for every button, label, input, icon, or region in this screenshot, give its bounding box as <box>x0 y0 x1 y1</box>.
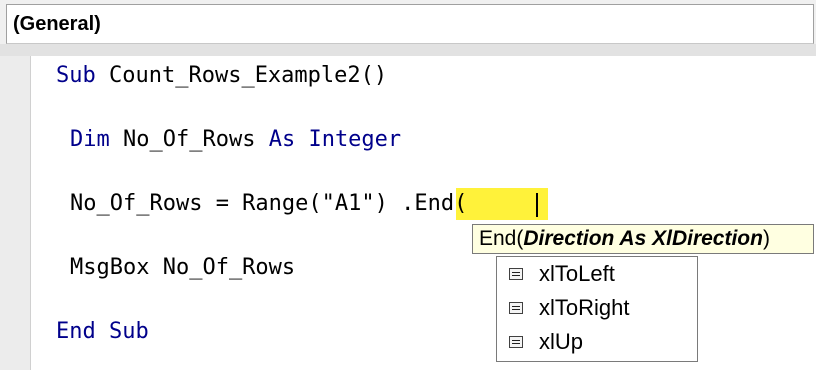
keyword-integer: Integer <box>295 127 402 152</box>
list-item-xlup[interactable]: xlUp <box>505 327 691 359</box>
enum-constant-icon <box>509 302 523 314</box>
toolbar-separator <box>0 44 816 56</box>
text-caret <box>536 193 538 217</box>
editor-margin-indicator-bar[interactable] <box>0 56 31 370</box>
parameter-info-tooltip: End(Direction As XlDirection) <box>472 224 814 254</box>
object-dropdown[interactable]: (General) <box>6 4 814 44</box>
param-tip-argument: Direction As XlDirection <box>523 227 763 250</box>
keyword-sub: Sub <box>56 63 96 88</box>
assign-expression: No_Of_Rows = Range("A1") <box>70 191 388 216</box>
list-item-label: xlToRight <box>539 295 630 320</box>
param-tip-method: End( <box>479 227 524 250</box>
list-item-xltoright[interactable]: xlToRight <box>505 293 691 325</box>
code-line-msgbox[interactable]: MsgBox No_Of_Rows <box>70 254 295 282</box>
keyword-as: As <box>268 127 296 152</box>
keyword-end-sub: End Sub <box>56 319 149 344</box>
code-line-dim[interactable]: Dim No_Of_Rows As Integer <box>70 126 401 154</box>
list-item-label: xlUp <box>539 329 584 354</box>
code-line-end-sub[interactable]: End Sub <box>56 318 149 346</box>
list-item-label: xlToLeft <box>539 261 615 286</box>
param-tip-close: ) <box>762 227 770 250</box>
list-item-xltoleft[interactable]: xlToLeft <box>505 259 691 291</box>
code-line-sub[interactable]: Sub Count_Rows_Example2() <box>56 62 387 90</box>
enum-constant-icon <box>509 268 523 280</box>
object-dropdown-value: (General) <box>13 13 101 35</box>
msgbox-statement: MsgBox No_Of_Rows <box>70 255 296 280</box>
selection-highlight <box>456 188 548 220</box>
code-line-assign[interactable]: No_Of_Rows = Range("A1") .End( <box>70 190 467 218</box>
sub-name: Count_Rows_Example2() <box>95 63 388 88</box>
dim-variable: No_Of_Rows <box>109 127 269 152</box>
auto-list-constants[interactable]: xlToLeft xlToRight xlUp <box>496 256 698 362</box>
enum-constant-icon <box>509 336 523 348</box>
keyword-dim: Dim <box>70 127 110 152</box>
assign-end-method: .End( <box>401 191 468 216</box>
